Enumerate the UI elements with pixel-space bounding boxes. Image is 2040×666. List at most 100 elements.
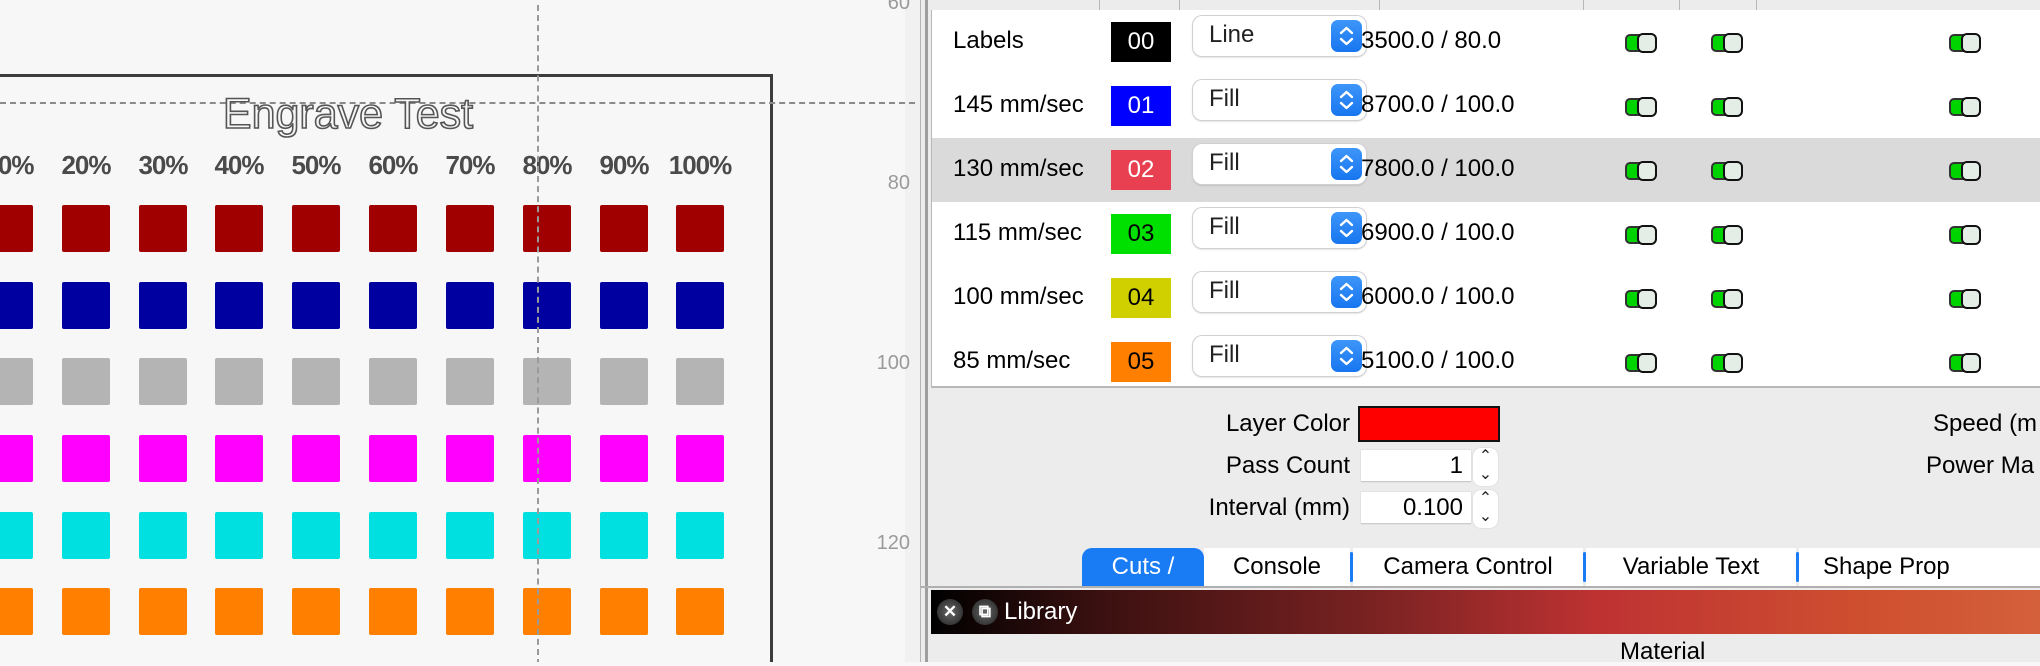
pass-count-stepper[interactable]: ⌃ ⌄ xyxy=(1473,448,1498,486)
float-window-icon[interactable]: ⧉ xyxy=(972,599,998,625)
test-square[interactable] xyxy=(600,435,648,482)
layer-color-swatch[interactable]: 03 xyxy=(1111,214,1171,254)
test-square[interactable] xyxy=(292,205,340,252)
test-square[interactable] xyxy=(139,588,187,635)
test-square[interactable] xyxy=(215,282,263,329)
header-separator[interactable] xyxy=(1379,0,1380,10)
test-square[interactable] xyxy=(62,282,110,329)
test-square[interactable] xyxy=(0,512,33,559)
library-titlebar[interactable]: ✕ ⧉ Library xyxy=(931,590,2040,634)
layer-row[interactable]: 115 mm/sec 03 Fill 6900.0 / 100.0 xyxy=(932,202,2040,266)
show-toggle[interactable] xyxy=(1711,97,1743,117)
air-toggle[interactable] xyxy=(1949,97,1981,117)
header-separator[interactable] xyxy=(1679,0,1680,10)
test-square[interactable] xyxy=(676,588,724,635)
test-square[interactable] xyxy=(0,358,33,405)
test-square[interactable] xyxy=(446,435,494,482)
interval-stepper[interactable]: ⌃ ⌄ xyxy=(1473,490,1498,528)
test-square[interactable] xyxy=(215,588,263,635)
test-square[interactable] xyxy=(369,435,417,482)
test-square[interactable] xyxy=(215,205,263,252)
percent-label[interactable]: 50% xyxy=(281,150,351,181)
close-icon[interactable]: ✕ xyxy=(937,599,963,625)
mode-select[interactable]: Fill xyxy=(1193,208,1366,248)
output-toggle[interactable] xyxy=(1625,161,1657,181)
layer-row[interactable]: 130 mm/sec 02 Fill 7800.0 / 100.0 xyxy=(932,138,2040,202)
layer-color-swatch[interactable]: 05 xyxy=(1111,342,1171,382)
air-toggle[interactable] xyxy=(1949,33,1981,53)
test-square[interactable] xyxy=(0,205,33,252)
air-toggle[interactable] xyxy=(1949,225,1981,245)
panel-splitter[interactable] xyxy=(920,0,928,662)
output-toggle[interactable] xyxy=(1625,97,1657,117)
test-square[interactable] xyxy=(139,282,187,329)
show-toggle[interactable] xyxy=(1711,225,1743,245)
layer-row[interactable]: 100 mm/sec 04 Fill 6000.0 / 100.0 xyxy=(932,266,2040,330)
percent-label[interactable]: 80% xyxy=(512,150,582,181)
test-square[interactable] xyxy=(369,588,417,635)
design-canvas[interactable]: 60 80 100 120 Engrave Test 10%20%30%40%5… xyxy=(0,0,920,662)
test-square[interactable] xyxy=(523,205,571,252)
percent-label[interactable]: 90% xyxy=(589,150,659,181)
interval-field[interactable]: 0.100 xyxy=(1361,492,1471,524)
layer-color-swatch[interactable]: 02 xyxy=(1111,150,1171,190)
show-toggle[interactable] xyxy=(1711,33,1743,53)
test-square[interactable] xyxy=(0,588,33,635)
air-toggle[interactable] xyxy=(1949,289,1981,309)
test-square[interactable] xyxy=(600,358,648,405)
layer-row[interactable]: 145 mm/sec 01 Fill 8700.0 / 100.0 xyxy=(932,74,2040,138)
test-square[interactable] xyxy=(369,282,417,329)
test-square[interactable] xyxy=(62,512,110,559)
output-toggle[interactable] xyxy=(1625,33,1657,53)
test-square[interactable] xyxy=(215,435,263,482)
test-square[interactable] xyxy=(139,435,187,482)
layer-row[interactable]: 85 mm/sec 05 Fill 5100.0 / 100.0 xyxy=(932,330,2040,394)
test-square[interactable] xyxy=(676,282,724,329)
stepper-up-icon[interactable]: ⌃ xyxy=(1473,446,1498,466)
test-square[interactable] xyxy=(446,512,494,559)
mode-select[interactable]: Line xyxy=(1193,16,1366,56)
test-square[interactable] xyxy=(446,588,494,635)
test-square[interactable] xyxy=(676,435,724,482)
test-square[interactable] xyxy=(600,512,648,559)
tab-cuts-layers[interactable]: Cuts / Layers xyxy=(1082,548,1204,618)
percent-label[interactable]: 60% xyxy=(358,150,428,181)
test-square[interactable] xyxy=(369,205,417,252)
test-square[interactable] xyxy=(446,282,494,329)
tab-camera-control[interactable]: Camera Control xyxy=(1353,548,1583,586)
engrave-test-title[interactable]: Engrave Test xyxy=(213,89,483,139)
test-square[interactable] xyxy=(369,512,417,559)
tab-variable-text[interactable]: Variable Text xyxy=(1586,548,1796,586)
layer-color-swatch[interactable]: 04 xyxy=(1111,278,1171,318)
test-square[interactable] xyxy=(0,435,33,482)
test-square[interactable] xyxy=(62,588,110,635)
test-square[interactable] xyxy=(292,282,340,329)
show-toggle[interactable] xyxy=(1711,161,1743,181)
test-square[interactable] xyxy=(523,358,571,405)
stepper-down-icon[interactable]: ⌄ xyxy=(1473,464,1498,484)
percent-label[interactable]: 30% xyxy=(128,150,198,181)
layer-row[interactable]: Labels 00 Line 3500.0 / 80.0 xyxy=(932,10,2040,74)
test-square[interactable] xyxy=(676,512,724,559)
select-chevron-icon[interactable] xyxy=(1331,148,1362,180)
tab-console[interactable]: Console xyxy=(1204,548,1350,586)
test-square[interactable] xyxy=(0,282,33,329)
percent-label[interactable]: 100% xyxy=(665,150,735,181)
test-square[interactable] xyxy=(523,512,571,559)
header-separator[interactable] xyxy=(1756,0,1757,10)
test-square[interactable] xyxy=(446,205,494,252)
percent-label[interactable]: 40% xyxy=(204,150,274,181)
select-chevron-icon[interactable] xyxy=(1331,212,1362,244)
header-separator[interactable] xyxy=(1099,0,1100,10)
test-square[interactable] xyxy=(215,358,263,405)
mode-select[interactable]: Fill xyxy=(1193,80,1366,120)
show-toggle[interactable] xyxy=(1711,353,1743,373)
pass-count-field[interactable]: 1 xyxy=(1361,450,1471,482)
test-square[interactable] xyxy=(62,435,110,482)
test-square[interactable] xyxy=(676,205,724,252)
test-square[interactable] xyxy=(600,205,648,252)
percent-label[interactable]: 70% xyxy=(435,150,505,181)
mode-select[interactable]: Fill xyxy=(1193,144,1366,184)
guide-line-vertical[interactable] xyxy=(537,5,539,662)
test-square[interactable] xyxy=(600,588,648,635)
